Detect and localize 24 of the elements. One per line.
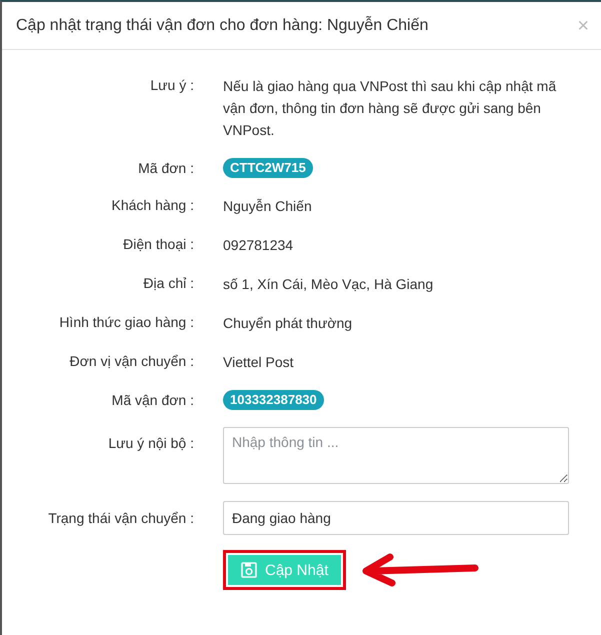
field-label: Địa chỉ : bbox=[142, 274, 194, 293]
field-label: Lưu ý : bbox=[149, 76, 194, 95]
field-label: Điện thoại : bbox=[122, 235, 194, 254]
field-label: Mã vận đơn : bbox=[110, 391, 194, 410]
field-value: Chuyển phát thường bbox=[223, 314, 354, 333]
field-label: Mã đơn : bbox=[137, 159, 194, 178]
dialog-title: Cập nhật trạng thái vận đơn cho đơn hàng: Nguyễn Chiến bbox=[16, 16, 428, 34]
note-field[interactable]: Nhập thông tin ... bbox=[223, 427, 569, 484]
field-label: Hình thức giao hàng : bbox=[58, 313, 194, 332]
field-label: Đơn vị vận chuyển : bbox=[68, 352, 194, 371]
code-badge: CTTC2W715 bbox=[223, 158, 313, 178]
field-value: 092781234 bbox=[223, 236, 294, 255]
code-badge: 103332387830 bbox=[223, 390, 324, 410]
save-icon bbox=[241, 562, 257, 578]
field-label: Lưu ý nội bộ : bbox=[107, 434, 194, 453]
field-label: Khách hàng : bbox=[110, 196, 194, 215]
field-value: Viettel Post bbox=[223, 353, 295, 372]
update-button[interactable]: Cập Nhật bbox=[228, 555, 342, 585]
field-value: Nguyễn Chiến bbox=[223, 197, 313, 216]
close-icon[interactable]: × bbox=[577, 16, 589, 36]
field-value: số 1, Xín Cái, Mèo Vạc, Hà Giang bbox=[223, 275, 434, 294]
field-label: Trạng thái vận chuyển : bbox=[47, 509, 194, 528]
status-field[interactable]: Đang giao hàng bbox=[223, 501, 569, 535]
field-value: Nếu là giao hàng qua VNPost thì sau khi cập nhật mã vận đơn, thông tin đơn hàng sẽ được gửi sang bên VNPost. bbox=[223, 77, 558, 140]
